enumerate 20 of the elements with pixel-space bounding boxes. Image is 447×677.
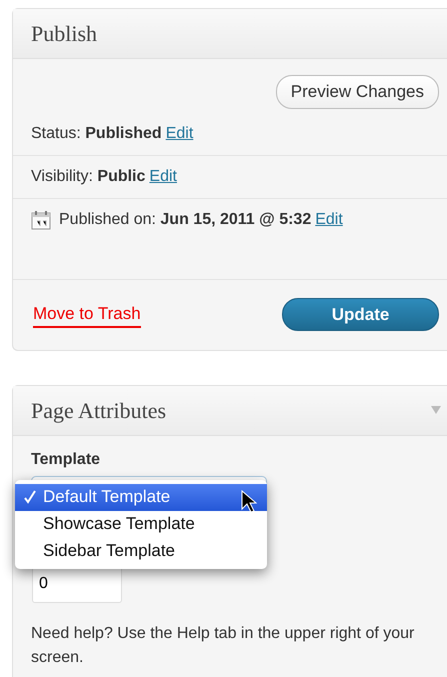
field-text: Visibility: Public bbox=[31, 166, 146, 186]
field-text: Published on: Jun 15, 2011 @ 5:32 bbox=[59, 210, 312, 230]
template-label: Template bbox=[31, 450, 102, 470]
check-icon bbox=[23, 490, 37, 504]
edit-link[interactable]: Edit bbox=[315, 208, 343, 232]
preview-changes-button[interactable]: Preview Changes bbox=[276, 75, 439, 108]
menu-option[interactable]: Default Template bbox=[15, 484, 267, 510]
calendar-icon bbox=[31, 210, 51, 230]
menu-option[interactable]: Sidebar Template bbox=[15, 538, 267, 564]
mouse-pointer-icon bbox=[241, 490, 257, 514]
collapse-arrow-icon[interactable] bbox=[431, 406, 441, 414]
menu-option[interactable]: Showcase Template bbox=[15, 510, 267, 538]
edit-link[interactable]: Edit bbox=[149, 164, 177, 188]
help-text: Need help? Use the Help tab in the upper right of your screen. bbox=[30, 624, 416, 668]
edit-link[interactable]: Edit bbox=[166, 122, 194, 146]
panel-title: Page Attributes bbox=[31, 396, 166, 425]
field-text: Status: Published bbox=[31, 124, 162, 144]
update-button[interactable]: Update bbox=[282, 298, 439, 331]
move-to-trash-link[interactable]: Move to Trash bbox=[33, 300, 141, 328]
panel-title: Publish bbox=[31, 20, 98, 48]
